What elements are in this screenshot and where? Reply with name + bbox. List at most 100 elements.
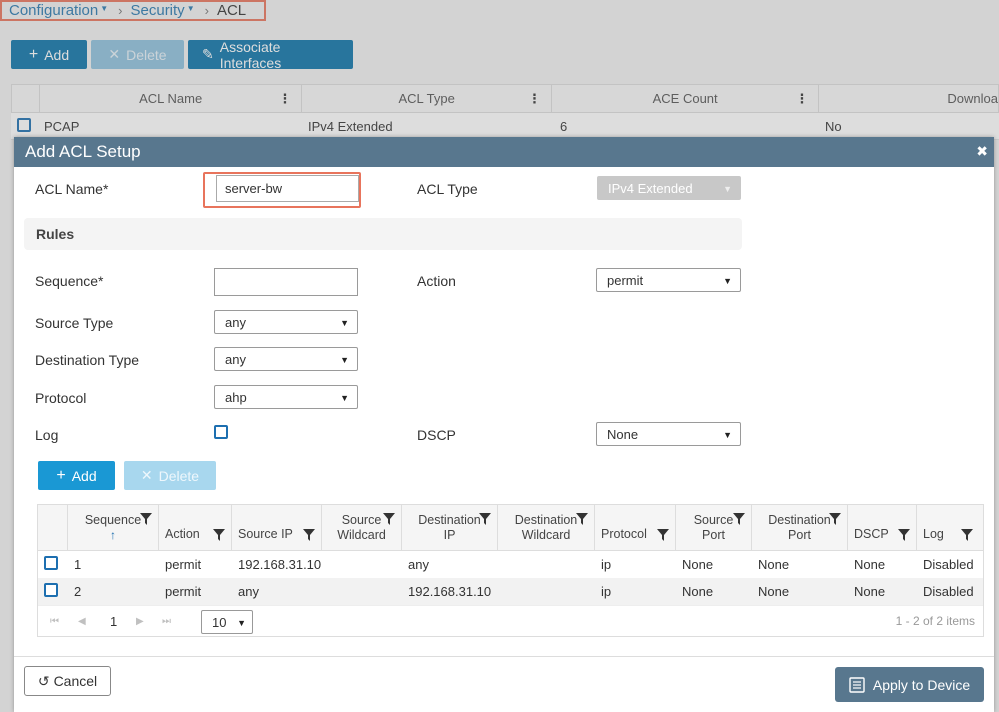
plus-icon: +	[56, 466, 66, 484]
dialog-title: Add ACL Setup	[25, 142, 141, 161]
row-checkbox[interactable]	[44, 583, 58, 597]
add-rule-label: Add	[71, 467, 97, 484]
acl-type-value: IPv4 Extended	[608, 180, 693, 196]
filter-icon[interactable]	[961, 529, 973, 541]
row-select-cell	[38, 556, 68, 573]
column-log[interactable]: Log	[917, 505, 979, 550]
sequence-label: Sequence*	[35, 273, 104, 289]
action-value: permit	[607, 272, 644, 288]
row-select-cell	[38, 583, 68, 600]
chevron-down-icon: ▼	[723, 184, 732, 194]
source-type-select[interactable]: any ▼	[214, 310, 358, 334]
filter-icon[interactable]	[657, 529, 669, 541]
column-destination-wildcard[interactable]: Destination Wildcard	[498, 505, 595, 550]
acl-name-input[interactable]: server-bw	[216, 175, 359, 202]
close-icon: ✕	[140, 467, 153, 483]
cancel-label: Cancel	[53, 673, 98, 689]
sort-ascending-icon[interactable]: ↑	[110, 528, 116, 543]
column-log-label: Log	[923, 527, 944, 541]
protocol-select[interactable]: ahp ▼	[214, 385, 358, 409]
filter-icon[interactable]	[898, 529, 910, 541]
filter-icon[interactable]	[733, 513, 745, 525]
cancel-button[interactable]: ↺ Cancel	[24, 666, 111, 696]
filter-icon[interactable]	[140, 513, 152, 525]
column-sequence[interactable]: Sequence ↑	[68, 505, 159, 550]
select-all-column	[38, 505, 68, 550]
delete-rule-button[interactable]: ✕ Delete	[124, 461, 216, 490]
row-checkbox[interactable]	[44, 556, 58, 570]
pagination: ⏮ ◀ 1 ▶ ⏭ 10 ▼ 1 - 2 of 2 items	[38, 605, 983, 636]
column-source-port-label-2: Port	[702, 527, 725, 542]
cell-sequence: 2	[74, 584, 82, 599]
column-protocol[interactable]: Protocol	[595, 505, 676, 550]
column-destination-ip[interactable]: Destination IP	[402, 505, 498, 550]
previous-page-icon[interactable]: ◀	[78, 616, 86, 627]
cell-source-ip: any	[238, 584, 259, 599]
column-action-label: Action	[165, 527, 200, 541]
cell-destination-ip: any	[408, 557, 429, 572]
dialog-header: Add ACL Setup ✖	[14, 137, 994, 167]
filter-icon[interactable]	[576, 513, 588, 525]
cell-protocol: ip	[601, 557, 612, 572]
destination-type-label: Destination Type	[35, 352, 140, 368]
action-label: Action	[417, 273, 456, 289]
acl-type-label: ACL Type	[417, 181, 478, 197]
action-select[interactable]: permit ▼	[596, 268, 741, 292]
table-row[interactable]: 1 permit 192.168.31.10 any ip None None …	[38, 551, 983, 578]
rules-table-header: Sequence ↑ Action Source IP Source Wildc…	[38, 505, 983, 551]
close-icon[interactable]: ✖	[976, 143, 988, 160]
table-row[interactable]: 2 permit any 192.168.31.10 ip None None …	[38, 578, 983, 605]
chevron-down-icon: ▼	[340, 355, 349, 365]
column-destination-ip-label-2: IP	[443, 527, 456, 542]
chevron-down-icon: ▼	[723, 430, 732, 440]
sequence-input[interactable]	[214, 268, 358, 296]
filter-icon[interactable]	[213, 529, 225, 541]
dscp-value: None	[607, 426, 639, 442]
add-acl-setup-dialog: Add ACL Setup ✖ ACL Name* server-bw ACL …	[14, 137, 994, 712]
filter-icon[interactable]	[479, 513, 491, 525]
cell-action: permit	[165, 584, 202, 599]
column-source-ip[interactable]: Source IP	[232, 505, 322, 550]
protocol-label: Protocol	[35, 390, 87, 406]
first-page-icon[interactable]: ⏮	[50, 616, 59, 627]
undo-icon: ↺	[37, 672, 50, 689]
acl-name-value: server-bw	[225, 181, 283, 196]
column-destination-ip-label: Destination	[418, 512, 481, 527]
filter-icon[interactable]	[829, 513, 841, 525]
dscp-select[interactable]: None ▼	[596, 422, 741, 446]
rules-table: Sequence ↑ Action Source IP Source Wildc…	[37, 504, 984, 637]
column-source-port[interactable]: Source Port	[676, 505, 752, 550]
column-destination-port[interactable]: Destination Port	[752, 505, 848, 550]
source-type-value: any	[225, 314, 246, 330]
delete-rule-label: Delete	[158, 467, 200, 484]
page-size-value: 10	[212, 614, 227, 630]
cell-action: permit	[165, 557, 202, 572]
acl-name-label: ACL Name*	[35, 181, 109, 197]
log-checkbox[interactable]	[214, 425, 228, 439]
column-destination-wildcard-label-2: Wildcard	[521, 527, 571, 542]
column-dscp[interactable]: DSCP	[848, 505, 917, 550]
filter-icon[interactable]	[383, 513, 395, 525]
add-rule-button[interactable]: + Add	[38, 461, 115, 490]
dialog-footer: ↺ Cancel Apply to Device	[14, 656, 994, 712]
current-page[interactable]: 1	[110, 614, 117, 629]
cell-protocol: ip	[601, 584, 612, 599]
page-size-select[interactable]: 10 ▼	[201, 610, 253, 634]
cell-sequence: 1	[74, 557, 82, 572]
column-action[interactable]: Action	[159, 505, 232, 550]
next-page-icon[interactable]: ▶	[136, 616, 144, 627]
apply-to-device-label: Apply to Device	[872, 676, 971, 693]
column-source-ip-label: Source IP	[238, 527, 293, 541]
column-source-wildcard[interactable]: Source Wildcard	[322, 505, 402, 550]
log-label: Log	[35, 427, 59, 443]
acl-type-select[interactable]: IPv4 Extended ▼	[597, 176, 741, 200]
destination-type-select[interactable]: any ▼	[214, 347, 358, 371]
cell-destination-port: None	[758, 584, 790, 599]
apply-to-device-button[interactable]: Apply to Device	[835, 667, 984, 702]
device-icon	[849, 676, 865, 693]
filter-icon[interactable]	[303, 529, 315, 541]
last-page-icon[interactable]: ⏭	[162, 616, 171, 627]
destination-type-value: any	[225, 351, 246, 367]
cell-source-port: None	[682, 584, 714, 599]
cell-destination-port: None	[758, 557, 790, 572]
